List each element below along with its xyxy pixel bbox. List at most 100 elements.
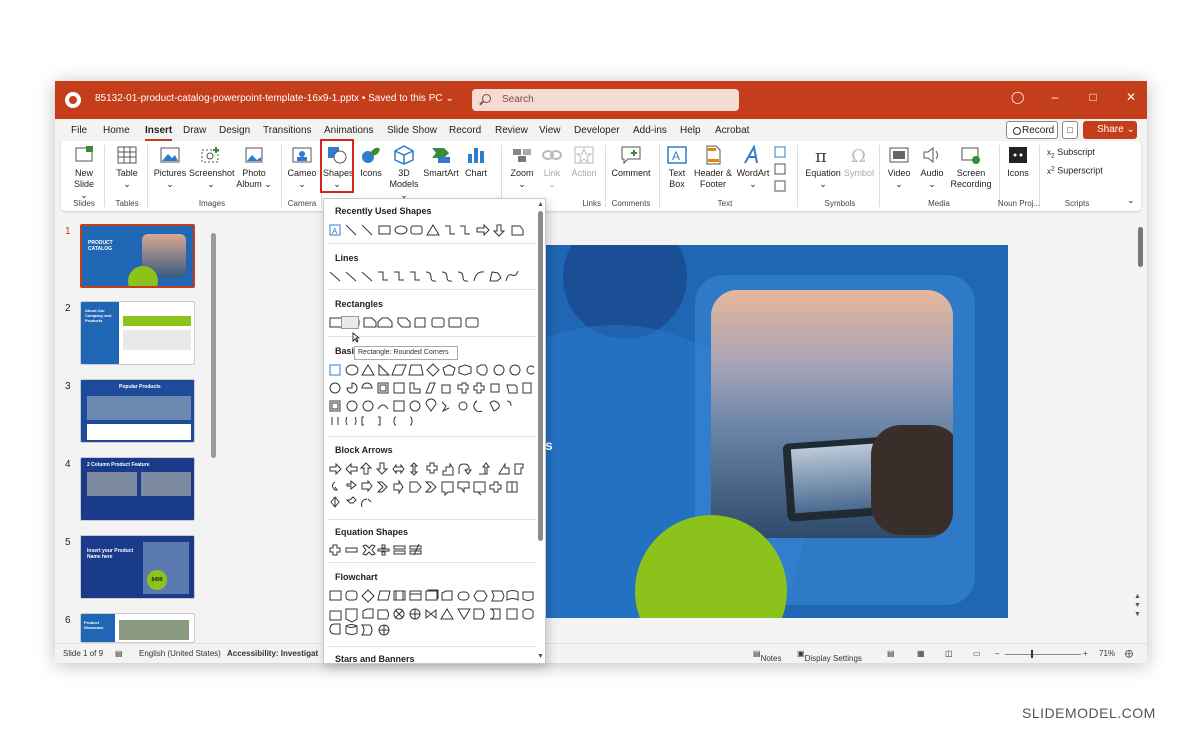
zoom-slider-thumb[interactable] [1031, 650, 1033, 658]
slide-thumbnails-pane[interactable]: 1 PRODUCT CATALOG 2 About Our Company an… [55, 214, 220, 644]
line-shapes[interactable] [329, 269, 534, 283]
chart-button[interactable]: Chart [463, 145, 489, 179]
recent-shapes-row[interactable]: A [329, 223, 534, 237]
zoom-level[interactable]: 71% [1099, 649, 1115, 658]
screen-recording-button[interactable]: Screen Recording [949, 145, 993, 190]
equation-shapes-row[interactable] [329, 543, 439, 557]
equation-shapes[interactable] [329, 543, 439, 557]
page-nav-arrows[interactable]: ▲ ▼ ▼ [1134, 592, 1141, 619]
zoom-in-icon[interactable]: + [1083, 649, 1088, 658]
slide-thumbnail-4[interactable]: 2 Column Product Feature [80, 457, 195, 521]
link-button[interactable]: Link ⌄ [539, 145, 565, 190]
scroll-up-icon[interactable]: ▲ [537, 201, 544, 208]
section-heading: Block Arrows [335, 445, 393, 455]
subscript-button[interactable]: x2 Subscript [1047, 147, 1095, 160]
tab-slide-show[interactable]: Slide Show [387, 125, 437, 136]
maximize-icon[interactable]: □ [1087, 90, 1099, 104]
tab-review[interactable]: Review [495, 125, 528, 136]
zoom-out-icon[interactable]: – [995, 649, 999, 658]
new-slide-button[interactable]: New Slide ⌄ [69, 145, 99, 201]
search-box[interactable]: Search [472, 89, 739, 111]
lightbulb-icon[interactable]: ◯ [1011, 90, 1024, 104]
tab-record[interactable]: Record [449, 125, 481, 136]
slide-thumbnail-5[interactable]: Insert your Product Name here $499 [80, 535, 195, 599]
video-button[interactable]: Video ⌄ [885, 145, 913, 190]
tab-insert[interactable]: Insert [145, 125, 173, 141]
tab-help[interactable]: Help [680, 125, 701, 136]
flowchart-rows[interactable] [329, 589, 534, 639]
tab-file[interactable]: File [71, 125, 87, 136]
basic-shapes[interactable] [329, 363, 534, 427]
editor-scrollbar[interactable] [1137, 223, 1144, 633]
tab-transitions[interactable]: Transitions [263, 125, 312, 136]
flowchart-shapes[interactable] [329, 589, 534, 639]
slide-sorter-icon[interactable]: ▦ [917, 649, 925, 658]
dropdown-scrollbar[interactable] [538, 211, 543, 541]
divider [328, 289, 536, 290]
block-arrow-shapes[interactable] [329, 462, 534, 512]
wordart-button[interactable]: WordArt ⌄ [735, 145, 771, 190]
close-icon[interactable]: ✕ [1125, 90, 1137, 104]
tab-acrobat[interactable]: Acrobat [715, 125, 749, 136]
text-small-icons[interactable] [773, 145, 787, 200]
recent-shapes[interactable]: A [329, 223, 534, 237]
video-icon [889, 147, 909, 163]
record-button[interactable]: Record [1006, 121, 1058, 139]
zoom-slider[interactable] [1005, 654, 1081, 655]
table-button[interactable]: Table ⌄ [113, 145, 141, 190]
document-title[interactable]: 85132-01-product-catalog-powerpoint-temp… [95, 93, 454, 104]
screenshot-button[interactable]: Screenshot ⌄ [189, 145, 235, 190]
tab-animations[interactable]: Animations [324, 125, 373, 136]
zoom-button[interactable]: Zoom ⌄ [507, 145, 537, 190]
normal-view-icon[interactable]: ▤ [887, 649, 895, 658]
slide-thumbnail-3[interactable]: Popular Products [80, 379, 195, 443]
basic-shapes-rows[interactable] [329, 363, 534, 427]
cameo-button[interactable]: Cameo ⌄ [285, 145, 319, 190]
comment-button[interactable]: Comment [611, 145, 651, 179]
language-label[interactable]: English (United States) [139, 649, 221, 658]
3d-models-button[interactable]: 3D Models ⌄ [387, 145, 421, 201]
audio-button[interactable]: Audio ⌄ [917, 145, 947, 190]
text-box-button[interactable]: A Text Box [663, 145, 691, 190]
action-button[interactable]: Action [569, 145, 599, 179]
tab-home[interactable]: Home [103, 125, 130, 136]
minimize-icon[interactable]: – [1049, 90, 1061, 104]
pictures-button[interactable]: Pictures ⌄ [151, 145, 189, 190]
tab-design[interactable]: Design [219, 125, 250, 136]
symbol-button[interactable]: Ω Symbol [843, 145, 875, 179]
block-arrows-rows[interactable] [329, 462, 534, 512]
fit-slide-icon[interactable]: ⨁ [1125, 649, 1133, 658]
reading-view-icon[interactable]: ◫ [945, 649, 953, 658]
tab-add-ins[interactable]: Add-ins [633, 125, 667, 136]
rounded-rectangle-hover[interactable] [341, 316, 359, 329]
tab-draw[interactable]: Draw [183, 125, 206, 136]
share-button[interactable]: Share ⌄ [1083, 121, 1137, 139]
icons-button[interactable]: Icons [359, 145, 383, 179]
comments-icon[interactable]: □ [1062, 121, 1078, 139]
scroll-thumb[interactable] [1138, 227, 1143, 267]
spell-check-icon[interactable]: ▤ [115, 649, 123, 658]
smartart-button[interactable]: SmartArt [423, 145, 459, 179]
accessibility-label[interactable]: Accessibility: Investigat [227, 649, 318, 658]
screen-recording-icon [961, 147, 980, 164]
superscript-button[interactable]: x2 Superscript [1047, 165, 1103, 176]
collapse-ribbon-icon[interactable]: ⌄ [1127, 195, 1135, 206]
equation-label: Equation ⌄ [805, 168, 841, 189]
slide-canvas[interactable]: s [545, 245, 1008, 618]
noun-icons-button[interactable]: Icons [1005, 145, 1031, 179]
slide-thumbnail-6[interactable]: Product Showcase [80, 613, 195, 643]
slide-thumbnail-2[interactable]: About Our Company and Products [80, 301, 195, 365]
tab-developer[interactable]: Developer [574, 125, 620, 136]
notes-button[interactable]: ▤ Notes [753, 649, 781, 663]
lines-row[interactable] [329, 269, 534, 283]
header-footer-button[interactable]: Header & Footer [693, 145, 733, 190]
scroll-thumb[interactable] [211, 233, 216, 458]
slide-thumbnail-1[interactable]: PRODUCT CATALOG [80, 224, 195, 288]
tab-view[interactable]: View [539, 125, 561, 136]
equation-button[interactable]: π Equation ⌄ [805, 145, 841, 190]
display-settings-button[interactable]: ▣ Display Settings [797, 649, 862, 663]
thumbnail-scrollbar[interactable] [211, 223, 216, 643]
slideshow-icon[interactable]: ▭ [973, 649, 981, 658]
scroll-down-icon[interactable]: ▼ [537, 653, 544, 660]
photo-album-button[interactable]: Photo Album ⌄ [235, 145, 273, 190]
